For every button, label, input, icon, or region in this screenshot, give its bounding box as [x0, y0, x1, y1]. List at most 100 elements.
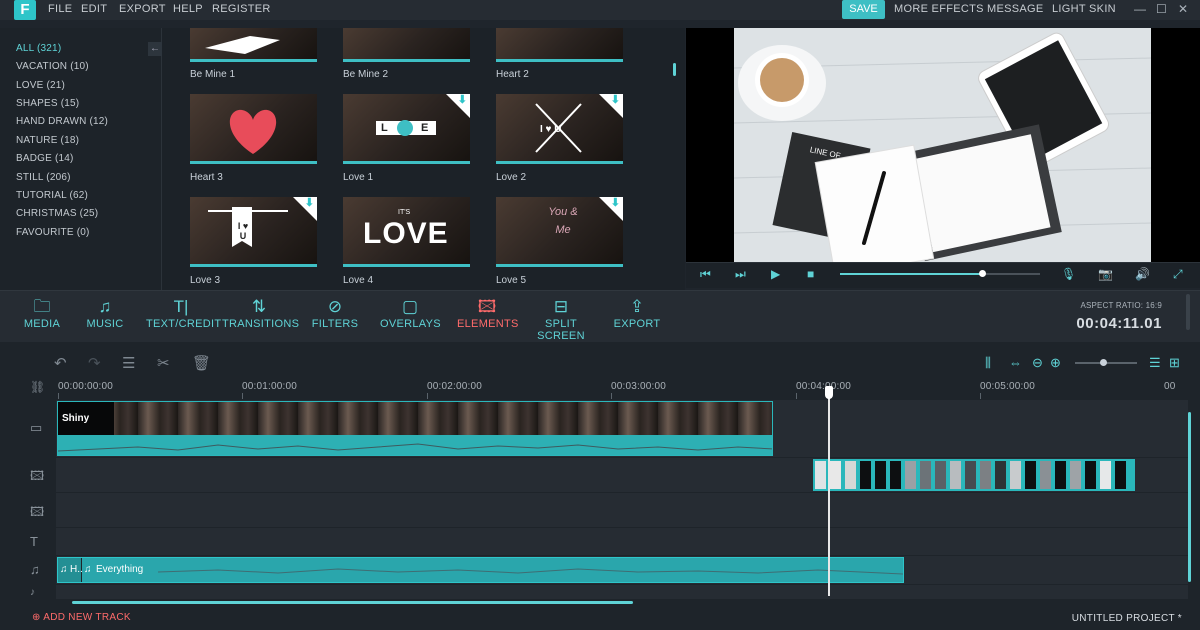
ruler-label: 00:00:00:00 [58, 381, 114, 392]
category-vacation[interactable]: VACATION (10) [16, 61, 89, 72]
element-label: Be Mine 1 [190, 69, 236, 80]
photo-frame [830, 461, 841, 489]
playhead-handle[interactable] [825, 386, 833, 399]
category-still[interactable]: STILL (206) [16, 172, 71, 183]
menu-help[interactable]: HELP [173, 3, 203, 15]
photo-frame [1070, 461, 1081, 489]
category-favourite[interactable]: FAVOURITE (0) [16, 227, 90, 238]
photo-frame [905, 461, 916, 489]
audio-mixer-icon[interactable]: ⫼ [985, 355, 991, 371]
category-christmas[interactable]: CHRISTMAS (25) [16, 208, 98, 219]
photo-frame [875, 461, 886, 489]
step-forward-icon[interactable]: ⏭ [735, 267, 746, 282]
play-icon[interactable]: ▶ [771, 267, 780, 281]
element-label: Love 5 [496, 275, 527, 286]
add-new-track-label: ADD NEW TRACK [43, 612, 131, 623]
music-note-icon: ♫ [60, 564, 68, 575]
zoom-out-icon[interactable]: ⊖ [1032, 355, 1043, 371]
element-thumb-love-4[interactable]: IT'S LOVE [343, 197, 470, 267]
playback-progress[interactable] [840, 270, 1040, 277]
video-clip[interactable]: Shiny [57, 401, 773, 456]
category-badge[interactable]: BADGE (14) [16, 153, 74, 164]
zoom-slider-knob[interactable] [1099, 359, 1107, 366]
cut-icon[interactable]: ✂ [157, 354, 170, 372]
add-new-track-button[interactable]: ⊕ ADD NEW TRACK [32, 612, 131, 623]
ruler-tick [242, 393, 243, 399]
category-all[interactable]: ALL (321) [16, 43, 61, 54]
ruler-label: 00:04:00:00 [796, 381, 852, 392]
save-button[interactable]: SAVE [842, 0, 885, 19]
fullscreen-icon[interactable]: ⤢ [1173, 267, 1183, 282]
microphone-icon[interactable]: 🎙 [1061, 267, 1076, 281]
tab-media[interactable]: 🗀 MEDIA [20, 296, 64, 330]
zoom-in-icon[interactable]: ⊕ [1050, 355, 1061, 371]
menu-file[interactable]: FILE [48, 3, 72, 15]
stop-icon[interactable]: ■ [807, 267, 814, 281]
skip-start-icon[interactable]: ⏮ [700, 267, 711, 282]
grid-view-icon[interactable]: ⊞ [1169, 355, 1180, 371]
list-view-icon[interactable]: ☰ [1149, 355, 1161, 371]
undo-icon[interactable]: ↶ [54, 354, 67, 372]
collapse-arrow-icon[interactable]: ← [148, 42, 162, 56]
volume-icon[interactable]: 🔊 [1135, 267, 1150, 281]
photo-clips[interactable] [813, 459, 1135, 491]
element-thumb-love-5[interactable]: You & Me ⬇ [496, 197, 623, 267]
timeline-vertical-scrollbar[interactable] [1188, 412, 1191, 582]
overlays-icon: ▢ [401, 297, 419, 316]
toolbar-scrollbar[interactable] [1186, 294, 1190, 330]
playhead[interactable] [828, 386, 830, 596]
playback-progress-fill [840, 273, 982, 275]
light-skin-button[interactable]: LIGHT SKIN [1052, 3, 1116, 15]
element-thumb-love-2[interactable]: I ♥ U ⬇ [496, 94, 623, 164]
element-thumb-heart-2[interactable] [496, 28, 623, 62]
audio-clip[interactable]: ♫ H.. ♫ Everything [57, 557, 904, 583]
element-thumb-heart-3[interactable] [190, 94, 317, 164]
tab-split-screen[interactable]: ⊟ SPLIT SCREEN [524, 296, 598, 342]
tab-export[interactable]: ⇪ EXPORT [612, 296, 662, 330]
more-effects-button[interactable]: MORE EFFECTS [894, 3, 984, 15]
category-nature[interactable]: NATURE (18) [16, 135, 79, 146]
adjust-icon[interactable]: ☰ [122, 354, 135, 372]
category-shapes[interactable]: SHAPES (15) [16, 98, 79, 109]
tab-filters[interactable]: ⊘ FILTERS [310, 296, 360, 330]
element-thumb-be-mine-1[interactable] [190, 28, 317, 62]
video-clip-frames [58, 402, 772, 435]
category-tutorial[interactable]: TUTORIAL (62) [16, 190, 88, 201]
tab-text-credit[interactable]: T| TEXT/CREDIT [146, 296, 221, 330]
fit-timeline-icon[interactable]: ⇔ [1009, 355, 1022, 370]
element-thumb-love-3[interactable]: I ♥ U ⬇ [190, 197, 317, 267]
category-hand-drawn[interactable]: HAND DRAWN (12) [16, 116, 108, 127]
library-scrollbar[interactable] [673, 63, 676, 76]
maximize-icon[interactable]: ☐ [1156, 2, 1167, 16]
element-label: Love 1 [343, 172, 374, 183]
menu-export[interactable]: EXPORT [119, 3, 166, 15]
category-love[interactable]: LOVE (21) [16, 80, 65, 91]
download-icon[interactable]: ⬇ [305, 197, 314, 209]
menu-register[interactable]: REGISTER [212, 3, 271, 15]
timeline-horizontal-scrollbar[interactable] [72, 601, 633, 604]
download-icon[interactable]: ⬇ [458, 94, 467, 106]
photo-frame [1055, 461, 1066, 489]
element-label: Heart 3 [190, 172, 223, 183]
tab-elements[interactable]: 🖾 ELEMENTS [457, 296, 518, 330]
tab-overlays[interactable]: ▢ OVERLAYS [380, 296, 441, 330]
message-button[interactable]: MESSAGE [987, 3, 1044, 15]
menu-edit[interactable]: EDIT [81, 3, 107, 15]
ruler-label: 00 [1164, 381, 1176, 392]
tab-transitions[interactable]: ⇅ TRANSITIONS [222, 296, 299, 330]
link-icon[interactable]: ⛓ [30, 380, 45, 394]
minimize-icon[interactable]: — [1134, 2, 1146, 16]
element-thumb-be-mine-2[interactable] [343, 28, 470, 62]
zoom-slider[interactable] [1075, 359, 1137, 366]
download-icon[interactable]: ⬇ [611, 197, 620, 209]
photo-frame [1115, 461, 1126, 489]
close-icon[interactable]: ✕ [1178, 2, 1188, 16]
download-icon[interactable]: ⬇ [611, 94, 620, 106]
love-1-letter-e: E [421, 122, 429, 134]
photo-frame [1085, 461, 1096, 489]
element-thumb-love-1[interactable]: L E ⬇ [343, 94, 470, 164]
delete-icon[interactable]: 🗑 [192, 354, 211, 372]
playback-progress-knob[interactable] [979, 270, 986, 277]
tab-music[interactable]: ♫ MUSIC [84, 296, 126, 330]
snapshot-icon[interactable]: 📷 [1098, 267, 1113, 281]
